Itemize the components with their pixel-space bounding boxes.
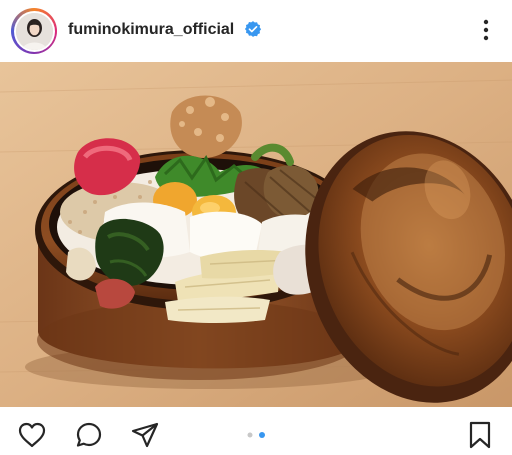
username-link[interactable]: fuminokimura_official [68,20,234,40]
avatar-photo [15,12,53,50]
paper-plane-icon[interactable] [130,420,160,450]
post-header: fuminokimura_official [0,0,512,62]
verified-badge-icon [244,21,262,37]
carousel-dots [247,432,265,438]
bookmark-icon[interactable] [465,420,495,450]
avatar[interactable] [13,10,55,52]
more-options-icon[interactable] [478,18,494,42]
carousel-dot-2 [259,432,265,438]
carousel-dot-1 [247,432,253,438]
heart-icon[interactable] [17,420,47,450]
post-actions-bar [0,407,512,455]
comment-bubble-icon[interactable] [74,420,104,450]
avatar-story-ring[interactable] [11,8,57,54]
post-photo[interactable] [0,62,512,407]
